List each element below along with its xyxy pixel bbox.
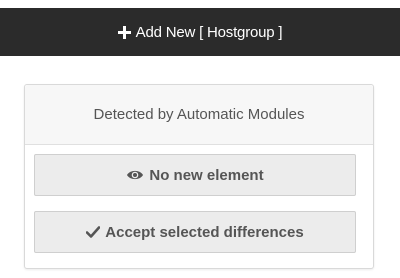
panel-title: Detected by Automatic Modules — [25, 85, 373, 145]
no-new-element-label: No new element — [149, 166, 264, 184]
eye-icon — [126, 169, 144, 181]
no-new-element-button[interactable]: No new element — [34, 154, 356, 196]
accept-selected-differences-label: Accept selected differences — [105, 223, 304, 241]
add-new-label: Add New [ Hostgroup ] — [135, 23, 283, 41]
accept-selected-differences-button[interactable]: Accept selected differences — [34, 211, 356, 253]
automatic-modules-panel: Detected by Automatic Modules No new ele… — [24, 84, 374, 269]
page: Add New [ Hostgroup ] Detected by Automa… — [0, 0, 400, 278]
panel-body: No new element Accept selected differenc… — [25, 145, 373, 253]
add-new-hostgroup-button[interactable]: Add New [ Hostgroup ] — [0, 8, 400, 56]
plus-icon — [118, 25, 132, 39]
checkmark-icon — [86, 226, 101, 238]
